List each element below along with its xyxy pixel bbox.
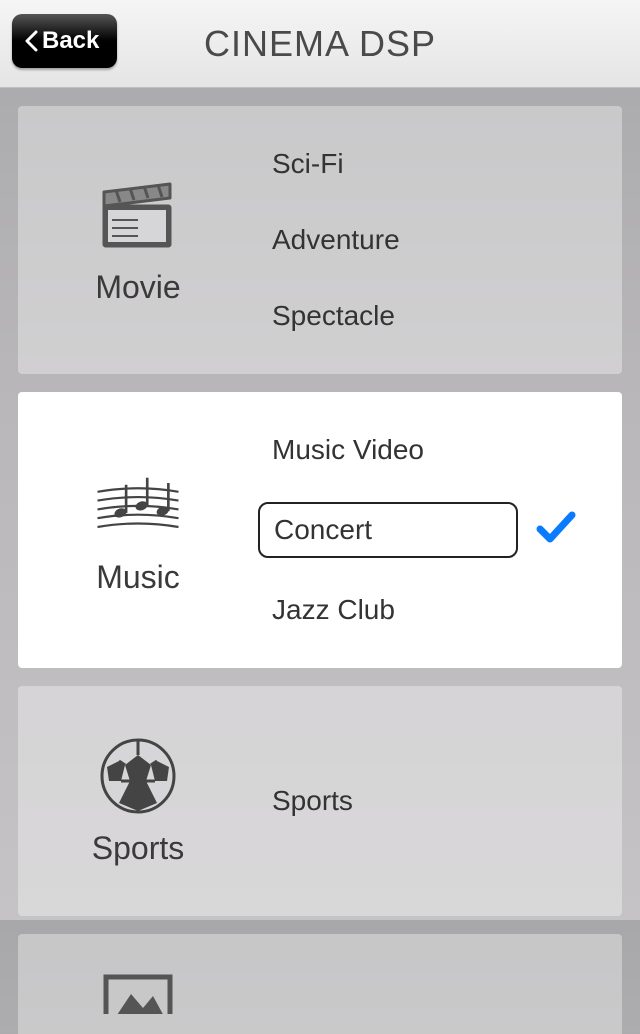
item-concert[interactable]: Concert [258,488,612,572]
item-label-selected: Concert [258,502,518,558]
checkmark-icon [536,511,576,550]
section-sports[interactable]: Sports Sports [18,686,622,916]
section-music-items: Music Video Concert Jazz Club [258,392,622,668]
header-bar: Back CINEMA DSP [0,0,640,88]
section-movie[interactable]: Movie Sci-Fi Adventure Spectacle [18,106,622,374]
section-sports-items: Sports [258,743,622,859]
item-label: Sci-Fi [258,140,518,188]
section-sports-left: Sports [18,736,258,867]
section-partial-items [258,964,622,1004]
item-label: Sports [258,777,518,825]
item-adventure[interactable]: Adventure [258,202,612,278]
item-sports[interactable]: Sports [258,763,612,839]
rectangle-icon [94,954,182,1034]
section-movie-left: Movie [18,175,258,306]
back-button[interactable]: Back [12,14,117,68]
item-label: Spectacle [258,292,518,340]
soccer-ball-icon [94,736,182,816]
section-partial[interactable] [18,934,622,1034]
item-label: Jazz Club [258,586,518,634]
section-music-label: Music [96,559,180,596]
item-jazz-club[interactable]: Jazz Club [258,572,612,648]
item-music-video[interactable]: Music Video [258,412,612,488]
back-button-label: Back [42,27,99,55]
item-label: Music Video [258,426,518,474]
page-title: CINEMA DSP [204,23,436,65]
section-movie-label: Movie [95,269,180,306]
section-sports-label: Sports [92,830,184,867]
item-sci-fi[interactable]: Sci-Fi [258,126,612,202]
chevron-left-icon [24,30,40,52]
item-label: Adventure [258,216,518,264]
clapper-icon [94,175,182,255]
item-spectacle[interactable]: Spectacle [258,278,612,354]
section-music[interactable]: Music Music Video Concert Jazz Club [18,392,622,668]
section-movie-items: Sci-Fi Adventure Spectacle [258,106,622,374]
dsp-list: Movie Sci-Fi Adventure Spectacle [0,88,640,1034]
section-music-left: Music [18,465,258,596]
music-staff-icon [94,465,182,545]
section-partial-left [18,934,258,1034]
